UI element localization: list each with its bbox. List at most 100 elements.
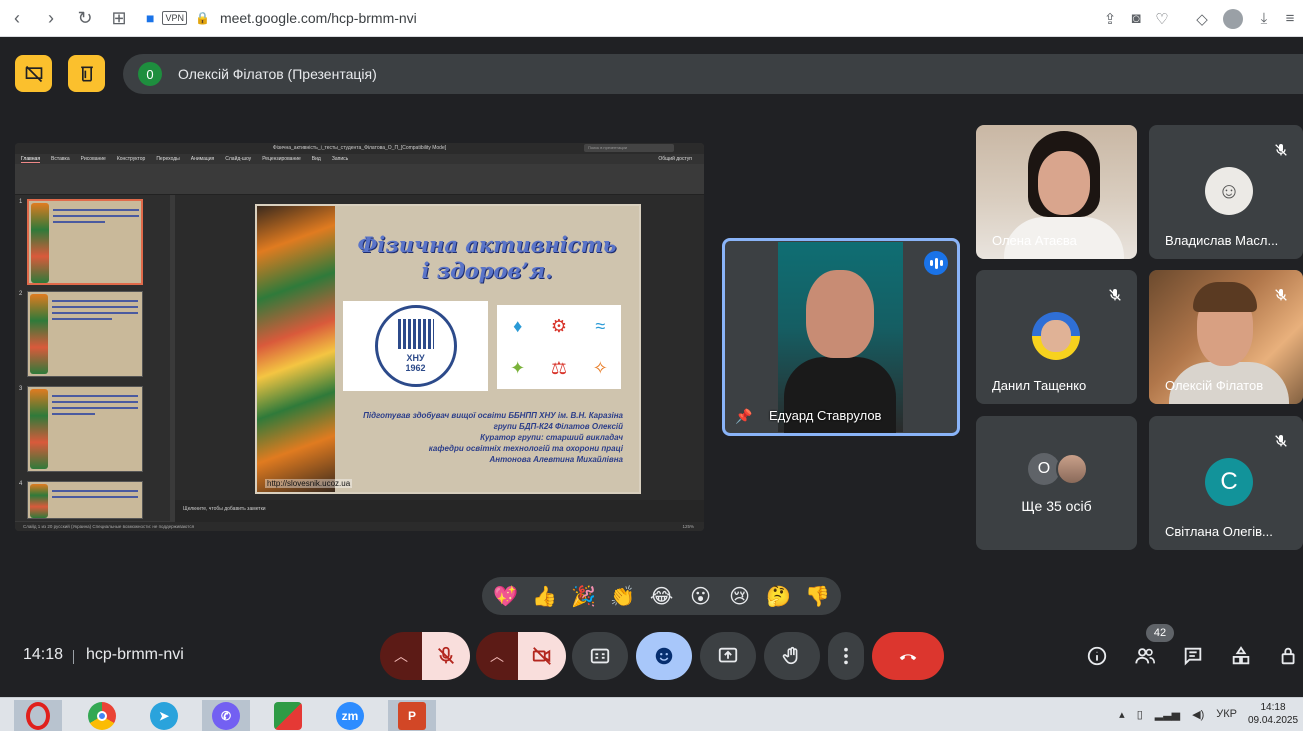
camera-toggle-button[interactable] — [518, 632, 566, 680]
active-speaker-tile[interactable]: 📌 Едуард Ставрулов — [722, 238, 960, 436]
slide-thumbnail[interactable] — [27, 481, 143, 519]
others-count: Ще 35 осіб — [1021, 498, 1092, 514]
info-icon — [1087, 646, 1107, 666]
ppt-tab[interactable]: Вставка — [51, 156, 70, 162]
slide-title: Фізична активність і здоров’я. — [337, 232, 637, 284]
taskbar-viber[interactable]: ✆ — [202, 700, 250, 731]
forward-icon[interactable]: › — [34, 4, 68, 32]
audio-options-button[interactable]: ︿ — [380, 632, 422, 680]
present-screen-button[interactable] — [700, 632, 756, 680]
chevron-up-icon: ︿ — [490, 648, 504, 664]
url-text[interactable]: meet.google.com/hcp-brmm-nvi — [220, 10, 417, 26]
participant-tile[interactable]: Олексій Філатов — [1149, 270, 1303, 404]
reaction-heart[interactable]: 💖 — [489, 584, 523, 608]
menu-icon[interactable]: ≡ — [1277, 5, 1303, 33]
tray-expand-icon[interactable]: ▴ — [1119, 708, 1125, 721]
presentation-window: Фізична_активність_і_тесты_студента_Філа… — [15, 143, 704, 531]
reaction-laugh[interactable]: 😂 — [645, 584, 679, 608]
leave-call-button[interactable] — [872, 632, 944, 680]
ppt-tab[interactable]: Рецензирование — [262, 156, 301, 162]
taskbar-telegram[interactable]: ➤ — [140, 700, 188, 731]
address-bar[interactable]: ■ VPN 🔒 meet.google.com/hcp-brmm-nvi — [146, 10, 417, 26]
thumb-number: 3 — [19, 386, 23, 392]
taskbar-clock[interactable]: 14:18 09.04.2025 — [1243, 701, 1303, 727]
ppt-share[interactable]: Общий доступ — [658, 156, 692, 162]
slide-thumbnail[interactable] — [27, 291, 143, 377]
participant-tile[interactable]: ☺ Владислав Масл... — [1149, 125, 1303, 259]
back-icon[interactable]: ‹ — [0, 4, 34, 32]
thumb-number: 1 — [19, 199, 23, 205]
ppt-tab[interactable]: Анимация — [191, 156, 214, 162]
reaction-clap[interactable]: 👏 — [606, 584, 640, 608]
activities-button[interactable] — [1227, 642, 1255, 670]
sports-pictograms: ♦ ⚙ ≈ ✦ ⚖ ✧ — [497, 305, 621, 389]
reaction-sad[interactable]: 😢 — [723, 584, 757, 608]
reaction-thumbs-up[interactable]: 👍 — [528, 584, 562, 608]
ppt-search[interactable]: Поиск в презентации — [584, 144, 674, 152]
raise-hand-button[interactable] — [764, 632, 820, 680]
vpn-badge[interactable]: VPN — [162, 11, 187, 25]
mic-off-icon — [1105, 285, 1125, 305]
participant-tile[interactable]: Олена Атаєва — [976, 125, 1137, 259]
taskbar-app-5[interactable] — [264, 700, 312, 731]
slide-thumbnail[interactable] — [27, 386, 143, 472]
extension-cube-icon[interactable]: ◇ — [1189, 5, 1215, 33]
camera-control: ︿ — [476, 632, 566, 680]
taskbar-powerpoint[interactable]: P — [388, 700, 436, 731]
participant-tile[interactable]: Данил Тащенко — [976, 270, 1137, 404]
ppt-tab[interactable]: Конструктор — [117, 156, 146, 162]
profile-avatar[interactable] — [1223, 8, 1243, 29]
download-icon[interactable]: ⤓ — [1251, 5, 1277, 33]
reaction-surprised[interactable]: 😮 — [684, 584, 718, 608]
others-avatar-photo — [1056, 453, 1088, 485]
zoom-level[interactable]: 125% — [682, 522, 694, 531]
presenting-off-button[interactable] — [15, 55, 52, 92]
ppt-tab[interactable]: Запись — [332, 156, 348, 162]
tabs-grid-icon[interactable]: ⊞ — [102, 4, 136, 32]
video-options-button[interactable]: ︿ — [476, 632, 518, 680]
hand-icon — [782, 646, 798, 665]
layout-icon — [80, 66, 93, 81]
host-controls-button[interactable] — [1275, 642, 1303, 670]
reactions-button[interactable] — [636, 632, 692, 680]
ppt-tab[interactable]: Рисование — [81, 156, 106, 162]
people-button[interactable] — [1131, 642, 1159, 670]
language-indicator[interactable]: УКР — [1216, 708, 1237, 720]
layout-button[interactable] — [68, 55, 105, 92]
chat-button[interactable] — [1179, 642, 1207, 670]
reload-icon[interactable]: ↻ — [68, 4, 102, 32]
heart-icon[interactable]: ♡ — [1149, 5, 1175, 33]
reaction-party[interactable]: 🎉 — [567, 584, 601, 608]
slide-thumbnail[interactable] — [27, 199, 143, 285]
battery-icon[interactable]: ▯ — [1137, 708, 1143, 721]
ppt-status-bar: Слайд 1 из 20 русский (Украина) Специаль… — [15, 522, 704, 531]
ppt-ribbon — [15, 164, 704, 195]
mic-off-icon — [438, 646, 454, 664]
ppt-tab[interactable]: Слайд-шоу — [225, 156, 251, 162]
thumb-number: 2 — [19, 291, 23, 297]
notes-pane[interactable]: Щелкните, чтобы добавить заметки — [175, 500, 704, 522]
ppt-tab[interactable]: Главная — [21, 156, 41, 163]
signal-icon[interactable]: ▂▃▅ — [1155, 708, 1180, 721]
camera-icon[interactable]: ◙ — [1123, 5, 1149, 33]
taskbar-zoom[interactable]: zm — [326, 700, 374, 731]
share-icon[interactable]: ⇪ — [1097, 5, 1123, 33]
reaction-thumbs-down[interactable]: 👎 — [801, 584, 835, 608]
others-tile[interactable]: О Ще 35 осіб — [976, 416, 1137, 550]
ppt-tab[interactable]: Вид — [312, 156, 321, 162]
presenter-banner[interactable]: 0 Олексій Філатов (Презентація) — [123, 54, 1303, 94]
avatar-face-icon — [1041, 320, 1071, 352]
participant-tile[interactable]: С Світлана Олегів... — [1149, 416, 1303, 550]
more-options-button[interactable] — [828, 632, 864, 680]
taskbar-chrome[interactable] — [78, 700, 126, 731]
pin-icon[interactable]: 📌 — [735, 408, 752, 425]
captions-button[interactable] — [572, 632, 628, 680]
meeting-details-button[interactable] — [1083, 642, 1111, 670]
chat-icon — [1184, 647, 1202, 666]
mic-toggle-button[interactable] — [422, 632, 470, 680]
taskbar-opera[interactable] — [14, 700, 62, 731]
ppt-tab[interactable]: Переходы — [156, 156, 179, 162]
reaction-thinking[interactable]: 🤔 — [762, 584, 796, 608]
participant-name: Владислав Масл... — [1165, 233, 1279, 248]
volume-icon[interactable]: ◀) — [1192, 708, 1204, 721]
